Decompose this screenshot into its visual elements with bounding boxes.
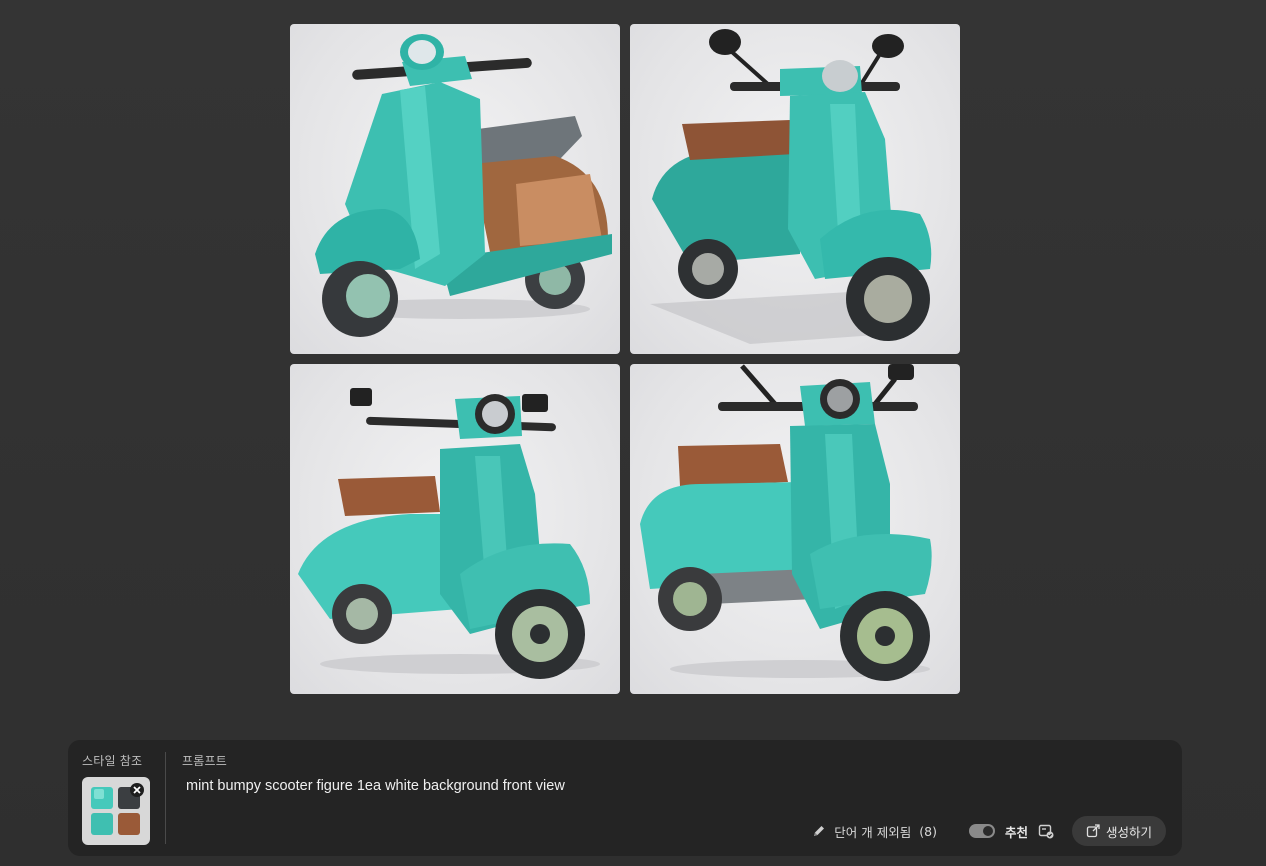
scooter-image-1 [315, 34, 612, 337]
recommend-label: 추천 [1004, 824, 1028, 840]
generate-button[interactable]: 생성하기 [1071, 816, 1166, 846]
excluded-words-button[interactable]: 단어 개 제외됨 (8) [812, 822, 937, 841]
pencil-icon [814, 826, 825, 836]
panel-divider [165, 752, 166, 844]
style-reference-label: 스타일 참조 [82, 754, 143, 768]
prompt-panel: 스타일 참조 프롬프트 mint bumpy scooter figure 1e… [68, 740, 1182, 856]
recommend-toggle[interactable] [968, 824, 995, 838]
scooter-image-2 [650, 29, 932, 344]
prompt-input[interactable]: mint bumpy scooter figure 1ea white back… [186, 778, 1086, 794]
generate-icon [1086, 824, 1100, 838]
prompt-label: 프롬프트 [182, 754, 227, 768]
result-image-1[interactable] [290, 24, 620, 354]
result-image-3[interactable] [290, 364, 620, 694]
result-image-2[interactable] [630, 24, 960, 354]
excluded-words-count: (8) [919, 823, 937, 839]
result-image-4[interactable] [630, 364, 960, 694]
remove-icon[interactable] [130, 783, 144, 797]
style-picker-icon[interactable] [1038, 823, 1054, 839]
prompt-actions: 단어 개 제외됨 (8) 추천 생성하기 [812, 816, 1166, 846]
style-reference-section: 스타일 참조 [82, 752, 162, 845]
excluded-words-label: 단어 개 제외됨 [834, 824, 912, 840]
image-results-grid [290, 24, 960, 694]
prompt-section: 프롬프트 mint bumpy scooter figure 1ea white… [182, 752, 1162, 794]
scooter-image-3 [298, 388, 600, 679]
generate-label: 생성하기 [1105, 824, 1152, 840]
style-reference-thumbnail[interactable] [82, 777, 150, 845]
scooter-image-4 [640, 364, 932, 681]
